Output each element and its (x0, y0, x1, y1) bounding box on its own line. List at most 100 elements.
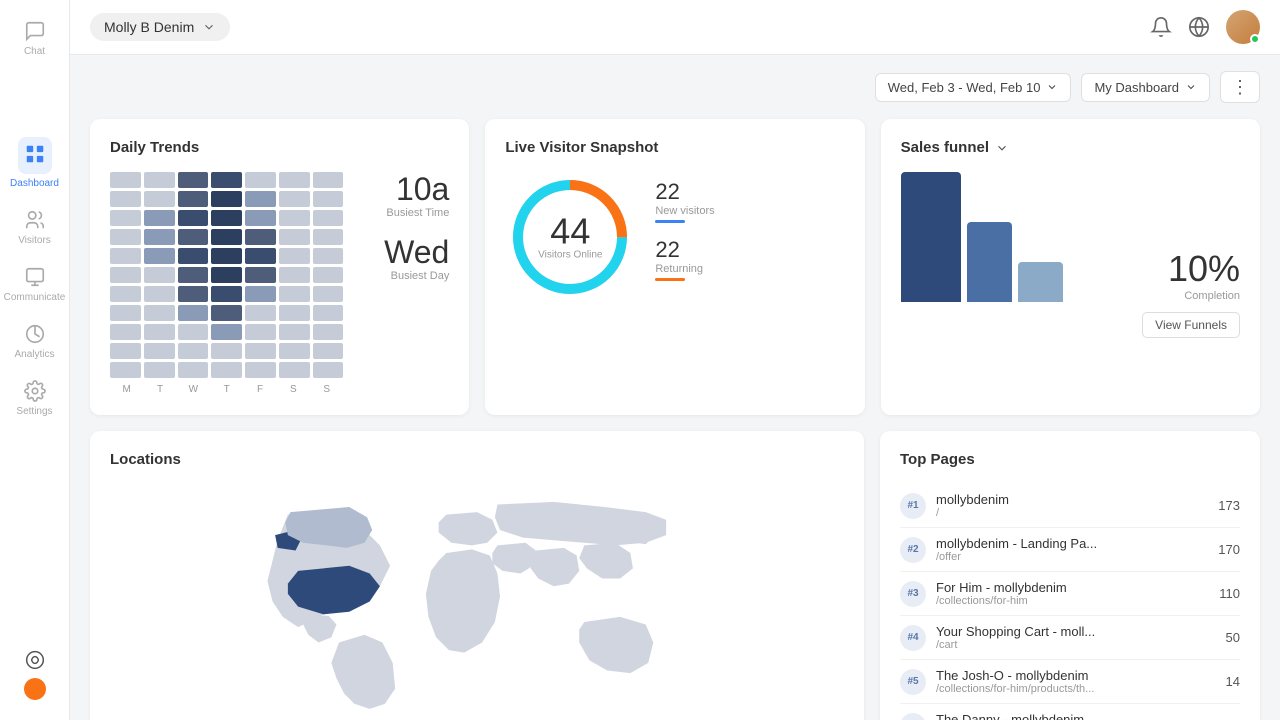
sidebar-item-dashboard[interactable]: Dashboard (0, 127, 69, 199)
heatmap-cell (211, 191, 242, 207)
heatmap-cell (211, 305, 242, 321)
daily-trends-card: Daily Trends M T W T F S S (90, 119, 469, 415)
sidebar-item-settings[interactable]: Settings (0, 370, 69, 427)
top-page-item[interactable]: #3 For Him - mollybdenim /collections/fo… (900, 572, 1240, 616)
visitors-online-count: 44 (538, 214, 602, 250)
heatmap-cell (211, 229, 242, 245)
rank-badge: #1 (900, 493, 926, 519)
date-dropdown-icon (1046, 81, 1058, 93)
funnel-completion: 10% Completion (1168, 248, 1240, 302)
rank-badge: #4 (900, 625, 926, 651)
top-page-item[interactable]: #2 mollybdenim - Landing Pa... /offer 17… (900, 528, 1240, 572)
top-page-item[interactable]: #6 The Danny - mollybdenim /collections/… (900, 704, 1240, 720)
page-info: The Josh-O - mollybdenim /collections/fo… (936, 668, 1216, 695)
heatmap-cell (144, 248, 175, 264)
heatmap-cell (245, 286, 276, 302)
globe-icon[interactable] (1188, 16, 1210, 38)
sidebar-label-settings: Settings (16, 406, 52, 417)
heatmap-cell (211, 248, 242, 264)
daily-trends-title: Daily Trends (110, 139, 449, 156)
dashboard-label: My Dashboard (1094, 80, 1179, 95)
heatmap-cell (211, 286, 242, 302)
heatmap-cell (211, 324, 242, 340)
heatmap-cell (279, 343, 310, 359)
user-avatar[interactable] (1226, 10, 1260, 44)
page-count: 170 (1218, 542, 1240, 557)
sidebar-item-chat[interactable]: Chat (0, 10, 69, 67)
heatmap-cell (178, 172, 209, 188)
funnel-dropdown-icon[interactable] (995, 141, 1009, 155)
heatmap-cell (144, 324, 175, 340)
visitors-icon (24, 209, 46, 231)
heatmap-cell (245, 343, 276, 359)
date-range-filter[interactable]: Wed, Feb 3 - Wed, Feb 10 (875, 73, 1072, 102)
leaf-icon (25, 650, 45, 670)
heatmap-cell (313, 343, 344, 359)
page-count: 50 (1226, 630, 1240, 645)
heatmap-cell (313, 305, 344, 321)
heatmap-cell (279, 267, 310, 283)
brand-dropdown-icon (202, 20, 216, 34)
top-pages-list: #1 mollybdenim / 173 #2 mollybdenim - La… (900, 484, 1240, 720)
rank-badge: #2 (900, 537, 926, 563)
more-options-button[interactable]: ⋮ (1220, 71, 1260, 103)
page-info: The Danny - mollybdenim /collections/for… (936, 712, 1216, 720)
sidebar-item-visitors[interactable]: Visitors (0, 199, 69, 256)
new-visitors-stat: 22 New visitors (655, 179, 714, 223)
heatmap-cell (279, 191, 310, 207)
dashboard-dropdown-icon (1185, 81, 1197, 93)
sidebar-label-communicate: Communicate (4, 292, 66, 303)
rank-badge: #3 (900, 581, 926, 607)
heatmap-cell (110, 324, 141, 340)
heatmap-cell (313, 248, 344, 264)
heatmap-cell (313, 267, 344, 283)
top-page-item[interactable]: #5 The Josh-O - mollybdenim /collections… (900, 660, 1240, 704)
page-url: /collections/for-him/products/th... (936, 683, 1216, 695)
chat-icon (24, 20, 46, 42)
sales-funnel-header: Sales funnel (901, 139, 1240, 156)
heatmap-cell (279, 286, 310, 302)
heatmap-cell (110, 191, 141, 207)
heatmap-cell (144, 210, 175, 226)
trends-inner: M T W T F S S 10a Busiest Time Wed (110, 172, 449, 395)
heatmap-cell (211, 267, 242, 283)
heatmap-cell (178, 248, 209, 264)
top-page-item[interactable]: #1 mollybdenim / 173 (900, 484, 1240, 528)
heatmap-cell (279, 172, 310, 188)
returning-count: 22 (655, 237, 714, 263)
heatmap-cell (245, 172, 276, 188)
page-info: mollybdenim / (936, 492, 1208, 519)
brand-selector[interactable]: Molly B Denim (90, 13, 230, 41)
busiest-time: 10a (359, 172, 449, 207)
page-name: mollybdenim (936, 492, 1208, 507)
date-range-label: Wed, Feb 3 - Wed, Feb 10 (888, 80, 1041, 95)
funnel-content: 10% Completion (901, 172, 1240, 302)
dashboard-filter[interactable]: My Dashboard (1081, 73, 1210, 102)
heatmap-cell (110, 286, 141, 302)
page-name: For Him - mollybdenim (936, 580, 1209, 595)
sidebar-dot-indicator (24, 678, 46, 700)
heatmap-cell (245, 191, 276, 207)
sidebar-item-analytics[interactable]: Analytics (0, 313, 69, 370)
heatmap-cell (313, 191, 344, 207)
heatmap-cell (279, 362, 310, 378)
heatmap-cell (144, 191, 175, 207)
sidebar-item-communicate[interactable]: Communicate (0, 256, 69, 313)
trends-stats: 10a Busiest Time Wed Busiest Day (359, 172, 449, 298)
heatmap-cell (178, 343, 209, 359)
page-url: /collections/for-him (936, 595, 1209, 607)
heatmap-cell (279, 210, 310, 226)
page-name: The Danny - mollybdenim (936, 712, 1216, 720)
heatmap-cell (144, 267, 175, 283)
heatmap-cell (245, 210, 276, 226)
notification-icon[interactable] (1150, 16, 1172, 38)
page-url: /offer (936, 551, 1208, 563)
view-funnels-button[interactable]: View Funnels (1142, 312, 1240, 338)
funnel-bar-1 (901, 172, 961, 302)
returning-line (655, 278, 685, 281)
heatmap-cell (178, 305, 209, 321)
top-pages-card: Top Pages #1 mollybdenim / 173 #2 mollyb… (880, 431, 1260, 720)
heatmap-cell (110, 229, 141, 245)
top-page-item[interactable]: #4 Your Shopping Cart - moll... /cart 50 (900, 616, 1240, 660)
page-count: 110 (1219, 586, 1240, 601)
